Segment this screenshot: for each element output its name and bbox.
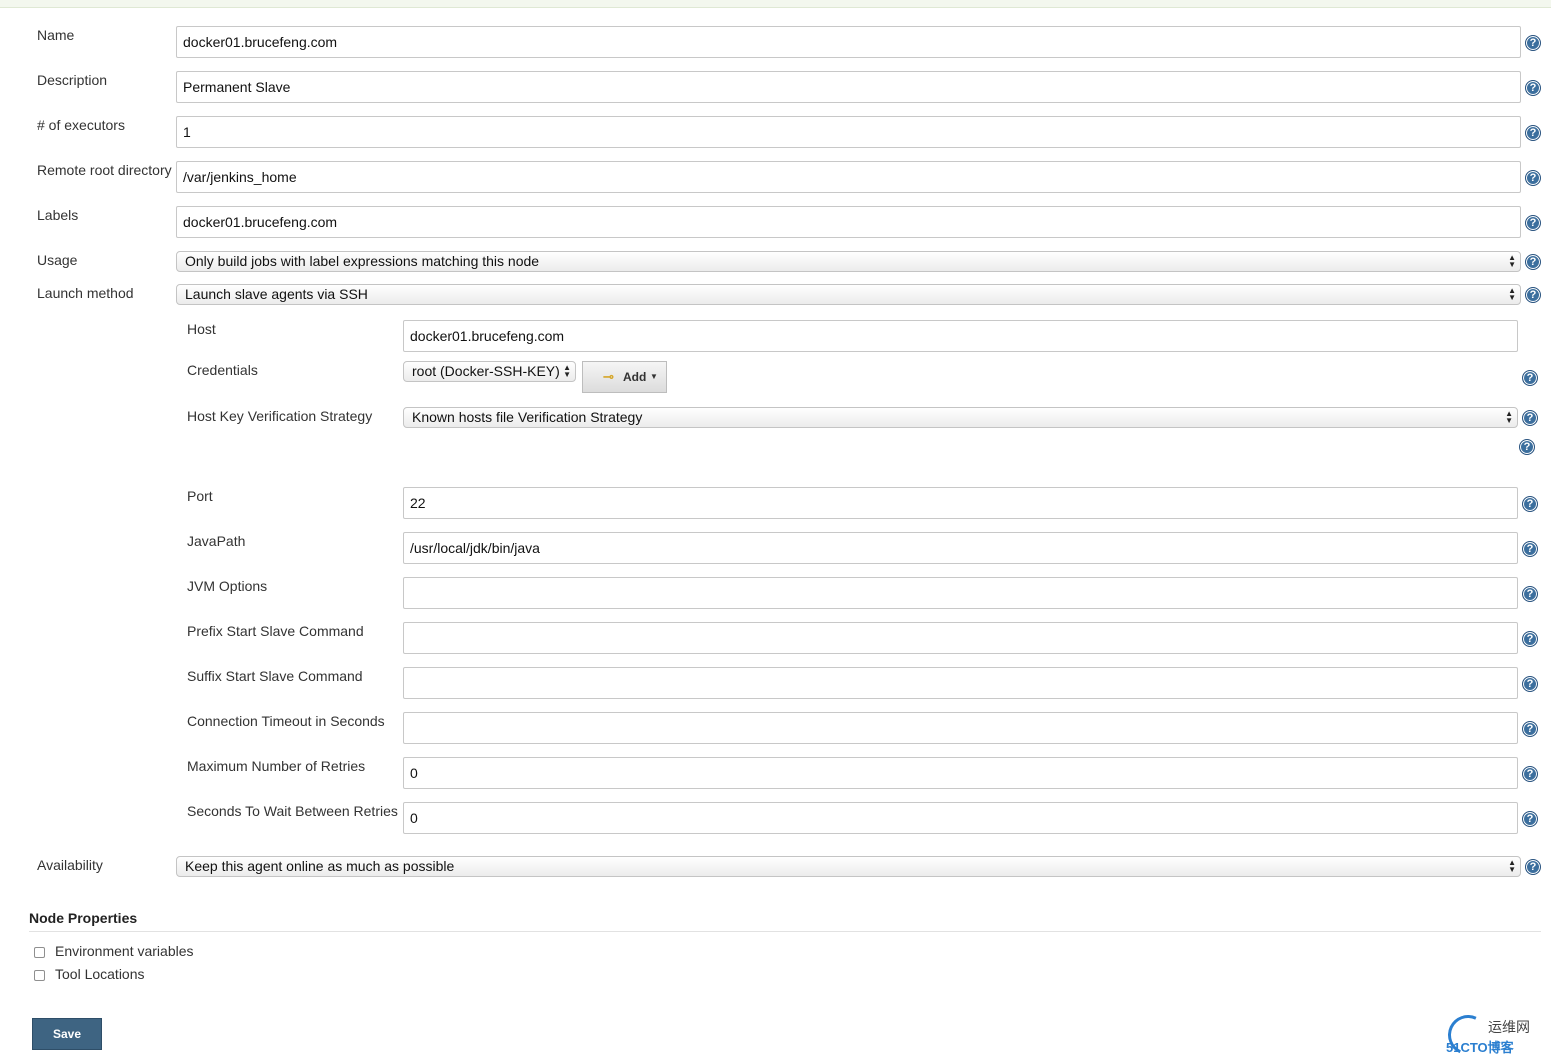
tool-locations-checkbox[interactable] <box>34 970 45 981</box>
executors-input[interactable]: 1 <box>176 116 1521 148</box>
host-key-label: Host Key Verification Strategy <box>187 408 373 424</box>
suffix-cmd-help-icon[interactable]: ? <box>1522 676 1538 692</box>
labels-input[interactable]: docker01.brucefeng.com <box>176 206 1521 238</box>
description-help-icon[interactable]: ? <box>1525 80 1541 96</box>
usage-select-value: Only build jobs with label expressions m… <box>185 253 540 269</box>
java-path-help-icon[interactable]: ? <box>1522 541 1538 557</box>
select-arrows-icon: ▲ ▼ <box>1505 409 1513 425</box>
name-label: Name <box>37 27 75 43</box>
credentials-label: Credentials <box>187 362 258 378</box>
availability-select[interactable]: Keep this agent online as much as possib… <box>176 856 1521 877</box>
prefix-cmd-help-icon[interactable]: ? <box>1522 631 1538 647</box>
remote-root-label: Remote root directory <box>37 162 172 178</box>
watermark-line2: 51CTO博客 <box>1446 1040 1514 1055</box>
select-arrows-icon: ▲ ▼ <box>1508 858 1516 874</box>
select-arrows-icon: ▲ ▼ <box>1508 253 1516 269</box>
prefix-cmd-label: Prefix Start Slave Command <box>187 623 364 639</box>
usage-label: Usage <box>37 252 78 268</box>
launch-method-label: Launch method <box>37 285 134 301</box>
suffix-cmd-label: Suffix Start Slave Command <box>187 668 363 684</box>
java-path-label: JavaPath <box>187 533 246 549</box>
retry-wait-label: Seconds To Wait Between Retries <box>187 803 398 819</box>
host-label: Host <box>187 321 216 337</box>
jvm-options-label: JVM Options <box>187 578 268 594</box>
watermark-logo: 运维网 51CTO博客 <box>1442 1009 1546 1061</box>
remote-root-input[interactable]: /var/jenkins_home <box>176 161 1521 193</box>
port-label: Port <box>187 488 213 504</box>
launch-method-help-icon[interactable]: ? <box>1525 287 1541 303</box>
labels-label: Labels <box>37 207 79 223</box>
key-icon: ⊸ <box>603 369 614 384</box>
credentials-select-value: root (Docker-SSH-KEY) <box>412 363 560 379</box>
java-path-input[interactable]: /usr/local/jdk/bin/java <box>403 532 1518 564</box>
credentials-select[interactable]: root (Docker-SSH-KEY) ▲ ▼ <box>403 361 576 382</box>
suffix-cmd-input[interactable] <box>403 667 1518 699</box>
host-key-select-value: Known hosts file Verification Strategy <box>412 409 643 425</box>
port-help-icon[interactable]: ? <box>1522 496 1538 512</box>
timeout-label: Connection Timeout in Seconds <box>187 713 385 729</box>
add-credentials-button[interactable]: ⊸ Add ▼ <box>582 361 667 393</box>
usage-select[interactable]: Only build jobs with label expressions m… <box>176 251 1521 272</box>
prefix-cmd-input[interactable] <box>403 622 1518 654</box>
select-arrows-icon: ▲ ▼ <box>563 363 571 379</box>
port-input[interactable]: 22 <box>403 487 1518 519</box>
select-arrows-icon: ▲ ▼ <box>1508 286 1516 302</box>
retry-wait-input[interactable]: 0 <box>403 802 1518 834</box>
section-divider <box>29 931 1541 932</box>
launch-method-select[interactable]: Launch slave agents via SSH ▲ ▼ <box>176 284 1521 305</box>
description-input[interactable]: Permanent Slave <box>176 71 1521 103</box>
tool-locations-label[interactable]: Tool Locations <box>55 966 145 982</box>
environment-variables-label[interactable]: Environment variables <box>55 943 194 959</box>
host-key-select[interactable]: Known hosts file Verification Strategy ▲… <box>403 407 1518 428</box>
executors-label: # of executors <box>37 117 125 133</box>
launch-method-select-value: Launch slave agents via SSH <box>185 286 368 302</box>
usage-help-icon[interactable]: ? <box>1525 254 1541 270</box>
retry-wait-help-icon[interactable]: ? <box>1522 811 1538 827</box>
executors-help-icon[interactable]: ? <box>1525 125 1541 141</box>
host-input[interactable]: docker01.brucefeng.com <box>403 320 1518 352</box>
remote-root-help-icon[interactable]: ? <box>1525 170 1541 186</box>
max-retries-label: Maximum Number of Retries <box>187 758 366 774</box>
chevron-down-icon: ▼ <box>650 372 658 381</box>
environment-variables-checkbox[interactable] <box>34 947 45 958</box>
add-button-label: Add <box>623 370 647 384</box>
save-button[interactable]: Save <box>32 1018 102 1050</box>
labels-help-icon[interactable]: ? <box>1525 215 1541 231</box>
availability-help-icon[interactable]: ? <box>1525 859 1541 875</box>
name-help-icon[interactable]: ? <box>1525 35 1541 51</box>
jvm-options-help-icon[interactable]: ? <box>1522 586 1538 602</box>
timeout-help-icon[interactable]: ? <box>1522 721 1538 737</box>
jvm-options-input[interactable] <box>403 577 1518 609</box>
max-retries-help-icon[interactable]: ? <box>1522 766 1538 782</box>
watermark-line1: 运维网 <box>1488 1019 1530 1035</box>
availability-select-value: Keep this agent online as much as possib… <box>185 858 455 874</box>
host-key-help-icon[interactable]: ? <box>1522 410 1538 426</box>
top-bar <box>0 0 1551 8</box>
description-label: Description <box>37 72 108 88</box>
availability-label: Availability <box>37 857 103 873</box>
host-key-strategy-help-icon[interactable]: ? <box>1519 439 1535 455</box>
max-retries-input[interactable]: 0 <box>403 757 1518 789</box>
credentials-help-icon[interactable]: ? <box>1522 370 1538 386</box>
node-properties-title: Node Properties <box>29 910 138 926</box>
name-input[interactable]: docker01.brucefeng.com <box>176 26 1521 58</box>
timeout-input[interactable] <box>403 712 1518 744</box>
